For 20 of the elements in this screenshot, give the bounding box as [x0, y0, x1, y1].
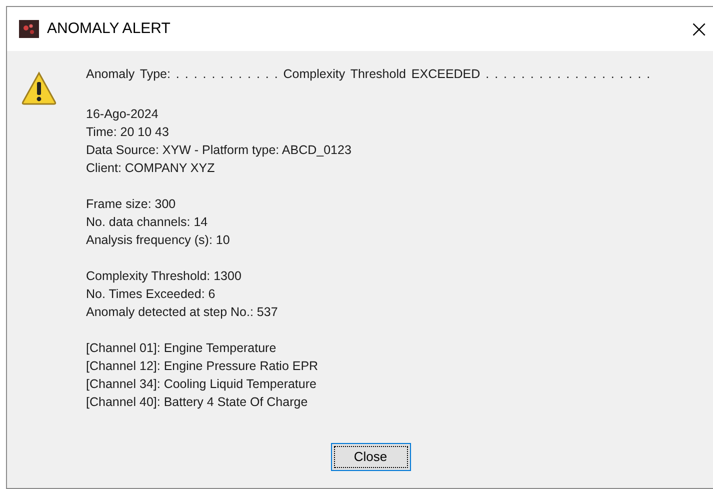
warning-icon: [21, 71, 57, 105]
detail-line: Data Source: XYW - Platform type: ABCD_0123: [86, 142, 352, 159]
detail-line: Anomaly detected at step No.: 537: [86, 304, 279, 321]
detail-line: Analysis frequency (s): 10: [86, 232, 231, 249]
detail-line: Time: 20 10 43: [86, 124, 170, 141]
close-dialog-button[interactable]: Close: [330, 443, 410, 471]
detail-line: No. data channels: 14: [86, 214, 209, 231]
detail-line: [Channel 12]: Engine Pressure Ratio EPR: [86, 358, 320, 375]
anomaly-type-text: Anomaly Type: . . . . . . . . . . . . Complexity Threshold EXCEEDED . . . . . . . . . . . . . . . . . . .: [86, 66, 650, 83]
detail-line: Complexity Threshold: 1300: [86, 268, 242, 285]
detail-line: [Channel 34]: Cooling Liquid Temperature: [86, 376, 318, 393]
detail-line: Client: COMPANY XYZ: [86, 160, 216, 177]
app-logo-icon: [19, 20, 39, 38]
detail-line: [Channel 01]: Engine Temperature: [86, 340, 278, 357]
detail-line: [Channel 40]: Battery 4 State Of Charge: [86, 394, 309, 411]
detail-line: No. Times Exceeded: 6: [86, 286, 216, 303]
window-title: ANOMALY ALERT: [47, 18, 170, 39]
close-button[interactable]: ×: [689, 17, 709, 41]
detail-line: Frame size: 300: [86, 196, 177, 213]
detail-line: 16-Ago-2024: [86, 106, 160, 123]
